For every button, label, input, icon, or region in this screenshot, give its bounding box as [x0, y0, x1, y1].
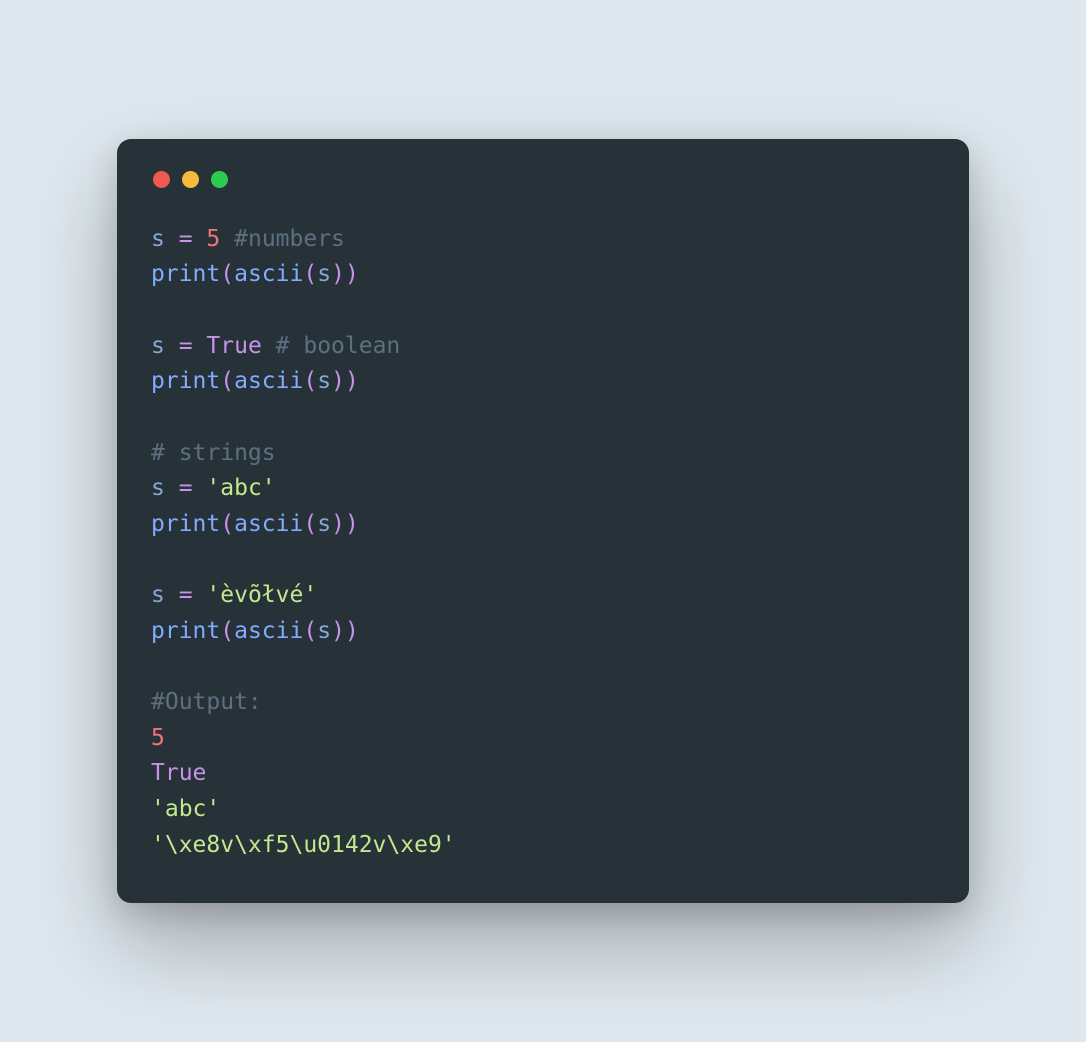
code-comment: #Output:: [151, 689, 262, 715]
code-token: ascii: [234, 511, 303, 537]
code-token: print: [151, 618, 220, 644]
code-token: 5: [206, 226, 220, 252]
code-token: (: [220, 511, 234, 537]
code-token: ): [345, 511, 359, 537]
code-token: s: [317, 618, 331, 644]
code-token: s: [151, 582, 165, 608]
code-token: ): [331, 618, 345, 644]
code-token: print: [151, 261, 220, 287]
code-token: print: [151, 511, 220, 537]
code-token: (: [303, 261, 317, 287]
code-token: [262, 333, 276, 359]
code-token: ascii: [234, 618, 303, 644]
code-token: s: [317, 511, 331, 537]
code-token: s: [151, 333, 165, 359]
code-token: ): [345, 261, 359, 287]
code-token: ): [345, 618, 359, 644]
code-comment: # strings: [151, 440, 276, 466]
code-token: print: [151, 368, 220, 394]
code-token: s: [317, 368, 331, 394]
output-line: '\xe8v\xf5\u0142v\xe9': [151, 832, 456, 858]
code-token: (: [303, 511, 317, 537]
code-token: (: [303, 368, 317, 394]
code-token: s: [151, 226, 165, 252]
code-token: =: [165, 582, 207, 608]
code-token: (: [220, 618, 234, 644]
code-token: =: [165, 333, 207, 359]
code-token: True: [206, 333, 261, 359]
output-line: 'abc': [151, 796, 220, 822]
code-token: ascii: [234, 261, 303, 287]
code-block[interactable]: s = 5 #numbers print(ascii(s)) s = True …: [151, 222, 935, 864]
code-string: 'èvõłvé': [206, 582, 317, 608]
output-line: 5: [151, 725, 165, 751]
code-token: =: [165, 475, 207, 501]
window-controls: [151, 171, 935, 188]
close-icon[interactable]: [153, 171, 170, 188]
code-comment: #numbers: [234, 226, 345, 252]
code-token: s: [317, 261, 331, 287]
code-token: ): [345, 368, 359, 394]
code-token: ): [331, 368, 345, 394]
code-token: (: [220, 368, 234, 394]
code-token: [220, 226, 234, 252]
code-token: (: [303, 618, 317, 644]
code-window: s = 5 #numbers print(ascii(s)) s = True …: [117, 139, 969, 904]
minimize-icon[interactable]: [182, 171, 199, 188]
code-token: ): [331, 261, 345, 287]
code-token: (: [220, 261, 234, 287]
code-comment: # boolean: [276, 333, 401, 359]
code-token: ): [331, 511, 345, 537]
code-token: s: [151, 475, 165, 501]
code-token: =: [165, 226, 207, 252]
code-token: ascii: [234, 368, 303, 394]
output-line: True: [151, 760, 206, 786]
zoom-icon[interactable]: [211, 171, 228, 188]
code-string: 'abc': [206, 475, 275, 501]
